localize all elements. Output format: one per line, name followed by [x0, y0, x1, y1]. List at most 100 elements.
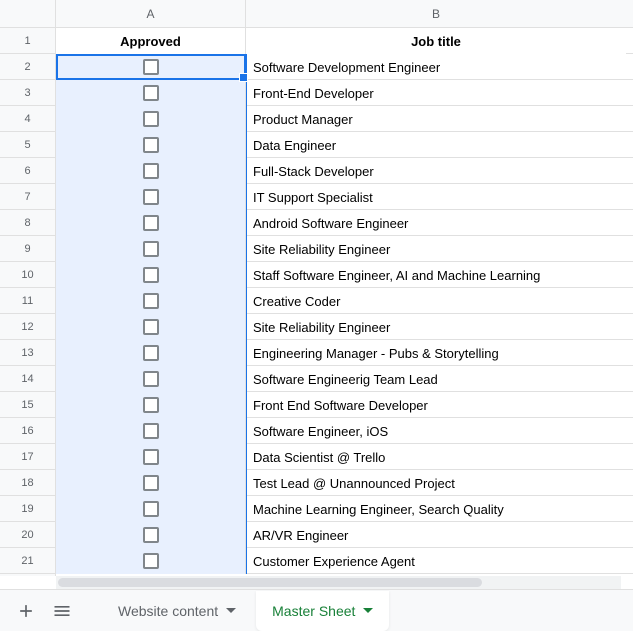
row-header[interactable]: 15: [0, 392, 55, 418]
row-header[interactable]: 17: [0, 444, 55, 470]
approved-checkbox[interactable]: [143, 189, 159, 205]
row-header[interactable]: 14: [0, 366, 55, 392]
row-header[interactable]: 4: [0, 106, 55, 132]
row-header[interactable]: 21: [0, 548, 55, 574]
approved-checkbox[interactable]: [143, 163, 159, 179]
column-header-b[interactable]: B: [246, 0, 626, 28]
cell-jobtitle[interactable]: Full-Stack Developer: [246, 158, 626, 184]
approved-checkbox[interactable]: [143, 553, 159, 569]
cell-jobtitle[interactable]: Creative Coder: [246, 288, 626, 314]
approved-checkbox[interactable]: [143, 293, 159, 309]
table-row: Customer Experience Agent: [56, 548, 633, 574]
horizontal-scrollbar[interactable]: [56, 576, 621, 589]
cell-jobtitle[interactable]: Software Engineerig Team Lead: [246, 366, 626, 392]
row-header[interactable]: 6: [0, 158, 55, 184]
cell-approved[interactable]: [56, 54, 246, 80]
row-header[interactable]: 3: [0, 80, 55, 106]
cell-jobtitle[interactable]: Product Manager: [246, 106, 626, 132]
all-sheets-button[interactable]: [44, 593, 80, 629]
cell-jobtitle[interactable]: Site Reliability Engineer: [246, 314, 626, 340]
table-row: Engineering Manager - Pubs & Storytellin…: [56, 340, 633, 366]
cell-jobtitle[interactable]: Engineering Manager - Pubs & Storytellin…: [246, 340, 626, 366]
cell-jobtitle[interactable]: Data Engineer: [246, 132, 626, 158]
cell-approved[interactable]: [56, 340, 246, 366]
cell-jobtitle[interactable]: Front-End Developer: [246, 80, 626, 106]
row-header[interactable]: 5: [0, 132, 55, 158]
add-sheet-button[interactable]: [8, 593, 44, 629]
approved-checkbox[interactable]: [143, 137, 159, 153]
approved-checkbox[interactable]: [143, 241, 159, 257]
approved-checkbox[interactable]: [143, 59, 159, 75]
cell-jobtitle[interactable]: AR/VR Engineer: [246, 522, 626, 548]
approved-checkbox[interactable]: [143, 371, 159, 387]
cell-approved[interactable]: [56, 470, 246, 496]
header-cell-approved[interactable]: Approved: [56, 28, 246, 54]
cell-approved[interactable]: [56, 522, 246, 548]
cell-jobtitle[interactable]: Front End Software Developer: [246, 392, 626, 418]
approved-checkbox[interactable]: [143, 527, 159, 543]
cell-approved[interactable]: [56, 158, 246, 184]
approved-checkbox[interactable]: [143, 215, 159, 231]
table-row: Software Engineerig Team Lead: [56, 366, 633, 392]
approved-checkbox[interactable]: [143, 501, 159, 517]
scrollbar-thumb[interactable]: [58, 578, 482, 587]
cell-jobtitle[interactable]: Test Lead @ Unannounced Project: [246, 470, 626, 496]
cell-approved[interactable]: [56, 444, 246, 470]
row-header[interactable]: 8: [0, 210, 55, 236]
cell-jobtitle[interactable]: Staff Software Engineer, AI and Machine …: [246, 262, 626, 288]
approved-checkbox[interactable]: [143, 111, 159, 127]
cell-approved[interactable]: [56, 548, 246, 574]
row-header[interactable]: 20: [0, 522, 55, 548]
row-header[interactable]: 9: [0, 236, 55, 262]
cell-approved[interactable]: [56, 418, 246, 444]
cell-jobtitle[interactable]: Software Engineer, iOS: [246, 418, 626, 444]
table-row: Test Lead @ Unannounced Project: [56, 470, 633, 496]
cell-approved[interactable]: [56, 236, 246, 262]
chevron-down-icon[interactable]: [226, 608, 236, 614]
cell-jobtitle[interactable]: Site Reliability Engineer: [246, 236, 626, 262]
approved-checkbox[interactable]: [143, 397, 159, 413]
cell-approved[interactable]: [56, 366, 246, 392]
row-header[interactable]: 10: [0, 262, 55, 288]
select-all-corner[interactable]: [0, 0, 56, 28]
row-header[interactable]: 7: [0, 184, 55, 210]
cell-jobtitle[interactable]: Machine Learning Engineer, Search Qualit…: [246, 496, 626, 522]
header-cell-jobtitle[interactable]: Job title: [246, 28, 626, 54]
approved-checkbox[interactable]: [143, 345, 159, 361]
approved-checkbox[interactable]: [143, 423, 159, 439]
cell-jobtitle[interactable]: Customer Experience Agent: [246, 548, 626, 574]
approved-checkbox[interactable]: [143, 449, 159, 465]
cell-jobtitle[interactable]: Android Software Engineer: [246, 210, 626, 236]
approved-checkbox[interactable]: [143, 475, 159, 491]
cell-approved[interactable]: [56, 132, 246, 158]
row-header[interactable]: 19: [0, 496, 55, 522]
row-header[interactable]: 2: [0, 54, 55, 80]
cell-approved[interactable]: [56, 392, 246, 418]
cell-jobtitle[interactable]: Data Scientist @ Trello: [246, 444, 626, 470]
row-header[interactable]: 12: [0, 314, 55, 340]
tab-website-content[interactable]: Website content: [102, 591, 252, 631]
row-header[interactable]: 18: [0, 470, 55, 496]
cell-approved[interactable]: [56, 106, 246, 132]
row-header[interactable]: 16: [0, 418, 55, 444]
cell-approved[interactable]: [56, 80, 246, 106]
approved-checkbox[interactable]: [143, 85, 159, 101]
row-header[interactable]: 13: [0, 340, 55, 366]
cell-approved[interactable]: [56, 210, 246, 236]
cell-approved[interactable]: [56, 314, 246, 340]
approved-checkbox[interactable]: [143, 267, 159, 283]
chevron-down-icon[interactable]: [363, 608, 373, 614]
cell-approved[interactable]: [56, 496, 246, 522]
row-header[interactable]: 1: [0, 28, 55, 54]
column-header-a[interactable]: A: [56, 0, 246, 28]
cell-jobtitle[interactable]: Software Development Engineer: [246, 54, 626, 80]
row-header[interactable]: 11: [0, 288, 55, 314]
table-row: ApprovedJob title: [56, 28, 633, 54]
cell-jobtitle[interactable]: IT Support Specialist: [246, 184, 626, 210]
cell-approved[interactable]: [56, 184, 246, 210]
cell-approved[interactable]: [56, 262, 246, 288]
sheet-tabs-bar: Website content Master Sheet: [0, 589, 633, 631]
approved-checkbox[interactable]: [143, 319, 159, 335]
tab-master-sheet[interactable]: Master Sheet: [256, 591, 389, 631]
cell-approved[interactable]: [56, 288, 246, 314]
